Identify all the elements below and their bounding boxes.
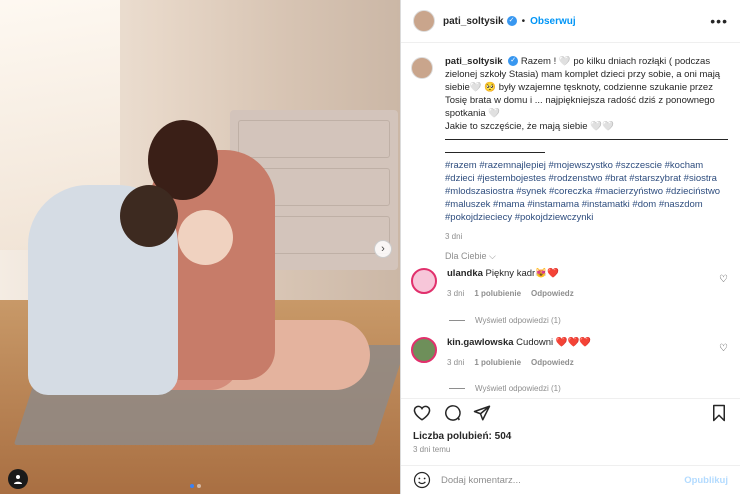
post-side-panel: pati_soltysik ✓ • Obserwuj ••• pati_solt…: [400, 0, 740, 494]
comment-text: Piękny kadr😻❤️: [485, 268, 559, 279]
action-bar: [401, 398, 740, 422]
verified-icon: ✓: [508, 56, 519, 67]
follow-button[interactable]: Obserwuj: [530, 16, 576, 27]
like-comment-icon[interactable]: ♡: [719, 343, 728, 367]
divider: [445, 152, 545, 153]
view-replies[interactable]: Wyświetl odpowiedzi (1): [449, 384, 561, 393]
comment: kin.gawlowska Cudowni ❤️❤️❤️ 3 dni 1 pol…: [411, 337, 728, 367]
comment-likes[interactable]: 1 polubienie: [474, 358, 521, 367]
reply-button[interactable]: Odpowiedz: [531, 289, 574, 298]
caption-username[interactable]: pati_soltysik: [445, 56, 503, 67]
share-icon[interactable]: [473, 404, 491, 422]
hashtags[interactable]: #razem #razemnajlepiej #mojewszystko #sz…: [445, 159, 728, 224]
comment-username[interactable]: ulandka: [447, 268, 483, 279]
carousel-dot: [197, 484, 201, 488]
post-header: pati_soltysik ✓ • Obserwuj •••: [401, 0, 740, 43]
caption: pati_soltysik ✓ Razem ! 🤍 po kilku dniac…: [411, 55, 728, 243]
carousel-dot: [190, 484, 194, 488]
verified-icon: ✓: [506, 16, 517, 26]
comment-icon[interactable]: [443, 404, 461, 422]
tagged-people-icon[interactable]: [8, 469, 28, 489]
comment-text: Cudowni ❤️❤️❤️: [516, 337, 592, 348]
carousel-dots: [190, 484, 201, 488]
post-photo[interactable]: ›: [0, 0, 400, 494]
add-comment-bar: Dodaj komentarz... Opublikuj: [401, 465, 740, 494]
comment: ulandka Piękny kadr😻❤️ 3 dni 1 polubieni…: [411, 268, 728, 298]
next-photo-button[interactable]: ›: [374, 240, 392, 258]
for-you-filter[interactable]: Dla Ciebie ⌵: [445, 251, 496, 262]
like-comment-icon[interactable]: ♡: [719, 274, 728, 298]
comment-time: 3 dni: [447, 289, 465, 298]
avatar[interactable]: [411, 57, 433, 79]
comment-input[interactable]: Dodaj komentarz...: [441, 475, 521, 486]
avatar[interactable]: [411, 268, 437, 294]
photo-baby: [178, 210, 233, 265]
like-icon[interactable]: [413, 404, 431, 422]
view-replies[interactable]: Wyświetl odpowiedzi (1): [449, 316, 561, 325]
author-username[interactable]: pati_soltysik: [443, 16, 504, 27]
comment-username[interactable]: kin.gawlowska: [447, 337, 514, 348]
likes-count[interactable]: Liczba polubień: 504: [413, 431, 511, 442]
comment-time: 3 dni: [447, 358, 465, 367]
save-icon[interactable]: [710, 404, 728, 422]
caption-body: pati_soltysik ✓ Razem ! 🤍 po kilku dniac…: [445, 55, 728, 243]
photo-boy-head: [120, 185, 178, 247]
post-time: 3 dni temu: [413, 445, 451, 454]
avatar[interactable]: [413, 10, 435, 32]
emoji-icon[interactable]: [413, 471, 431, 489]
more-options-icon[interactable]: •••: [710, 13, 728, 29]
divider: [445, 139, 728, 140]
reply-button[interactable]: Odpowiedz: [531, 358, 574, 367]
avatar[interactable]: [411, 337, 437, 363]
post-comment-button[interactable]: Opublikuj: [684, 475, 728, 486]
separator: •: [521, 15, 526, 27]
caption-time: 3 dni: [445, 232, 463, 241]
caption-text-2: Jakie to szczęście, że mają siebie 🤍🤍: [445, 121, 614, 132]
comment-likes[interactable]: 1 polubienie: [474, 289, 521, 298]
